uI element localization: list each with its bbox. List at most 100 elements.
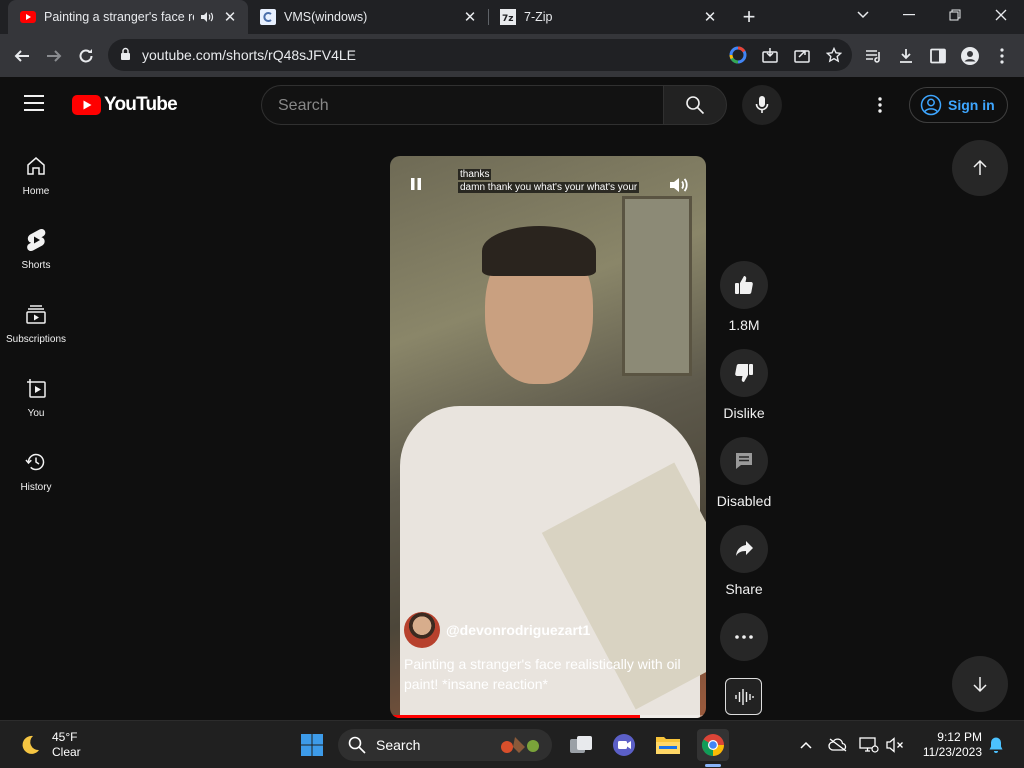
tab-close-icon[interactable]: ✕ [700, 7, 720, 27]
more-options-button[interactable] [720, 613, 768, 661]
tab-close-icon[interactable]: ✕ [460, 7, 480, 27]
volume-icon[interactable] [668, 174, 690, 201]
tab-vms[interactable]: VMS(windows) ✕ [248, 0, 488, 34]
volume-muted-icon[interactable] [885, 735, 905, 755]
chrome-menu-icon[interactable] [988, 42, 1016, 70]
minimize-icon[interactable] [886, 0, 932, 30]
video-progress-bar[interactable] [390, 715, 706, 718]
guide-item-home[interactable]: Home [0, 154, 72, 228]
avatar[interactable] [404, 612, 440, 648]
new-tab-button[interactable]: + [736, 4, 762, 30]
tab-search-chevron-icon[interactable] [840, 0, 886, 30]
like-action: 1.8M [720, 261, 768, 333]
search-button[interactable] [663, 85, 727, 125]
install-app-icon[interactable] [760, 45, 780, 65]
previous-short-button[interactable] [952, 140, 1008, 196]
thumbs-up-icon [735, 276, 753, 294]
chrome-taskbar-icon[interactable] [697, 729, 729, 761]
guide-item-shorts[interactable]: Shorts [0, 228, 72, 302]
sign-in-button[interactable]: Sign in [909, 87, 1008, 123]
notification-bell-icon[interactable] [986, 735, 1006, 755]
next-short-button[interactable] [952, 656, 1008, 712]
share-button[interactable] [720, 525, 768, 573]
weather-widget[interactable]: 45°F Clear [18, 730, 81, 760]
caption-line: damn thank you what's your what's your [458, 182, 640, 193]
task-view-icon[interactable] [565, 729, 597, 761]
pause-icon[interactable] [408, 176, 424, 192]
downloads-icon[interactable] [892, 42, 920, 70]
shorts-video-player[interactable]: thanks damn thank you what's your what's… [390, 156, 706, 718]
share-arrow-icon [736, 541, 753, 556]
thumbs-down-icon [735, 364, 753, 382]
video-title[interactable]: Painting a stranger's face realistically… [404, 654, 694, 694]
youtube-wordmark: YouTube [104, 94, 178, 115]
video-captions: thanks damn thank you what's your what's… [458, 168, 640, 194]
voice-search-button[interactable] [742, 85, 782, 125]
guide-label: Subscriptions [5, 334, 67, 345]
bookmark-star-icon[interactable] [824, 45, 844, 65]
search-highlight-icon [501, 737, 539, 753]
like-count: 1.8M [728, 317, 760, 333]
tab-7zip[interactable]: 7z 7-Zip ✕ [488, 0, 728, 34]
home-icon [25, 154, 47, 178]
microphone-icon [755, 96, 769, 113]
comment-icon [736, 453, 752, 469]
windows-taskbar: 45°F Clear Search 9:12 PM 11/23/2023 [0, 720, 1024, 768]
progress-fill [390, 715, 640, 718]
guide-item-subscriptions[interactable]: Subscriptions [0, 302, 72, 376]
media-control-icon[interactable] [860, 42, 888, 70]
guide-menu-icon[interactable] [24, 95, 48, 115]
guide-item-you[interactable]: You [0, 376, 72, 450]
teams-chat-icon[interactable] [608, 729, 640, 761]
caption-line: thanks [458, 169, 492, 180]
side-panel-icon[interactable] [924, 42, 952, 70]
channel-info[interactable]: @devonrodriguezart1 [404, 612, 590, 648]
shorts-icon [26, 228, 46, 252]
windows-start-icon[interactable] [296, 729, 328, 761]
tab-title: 7-Zip [524, 10, 553, 24]
audio-waveform-icon [734, 688, 754, 705]
tab-audio-icon[interactable] [200, 10, 214, 24]
search-input[interactable]: Search [261, 85, 663, 125]
back-arrow-icon[interactable] [8, 42, 36, 70]
forward-arrow-icon[interactable] [40, 42, 68, 70]
url-text[interactable]: youtube.com/shorts/rQ48sJFV4LE [142, 47, 356, 63]
profile-icon[interactable] [956, 42, 984, 70]
settings-menu-icon[interactable] [868, 93, 892, 117]
subscriptions-icon [25, 302, 47, 326]
network-icon[interactable] [859, 735, 879, 755]
guide-label: You [27, 408, 45, 419]
tab-close-icon[interactable]: ✕ [220, 7, 240, 27]
channel-handle[interactable]: @devonrodriguezart1 [446, 622, 590, 638]
search-icon [686, 96, 705, 115]
close-window-icon[interactable] [978, 0, 1024, 30]
address-bar[interactable]: youtube.com/shorts/rQ48sJFV4LE [108, 39, 852, 71]
sound-thumbnail[interactable] [725, 678, 762, 715]
like-button[interactable] [720, 261, 768, 309]
comments-button[interactable] [720, 437, 768, 485]
guide-item-history[interactable]: History [0, 450, 72, 524]
onedrive-offline-icon[interactable] [828, 735, 848, 755]
show-hidden-icons-chevron-icon[interactable] [796, 735, 816, 755]
system-clock[interactable]: 9:12 PM 11/23/2023 [912, 730, 982, 760]
comments-action: Disabled [717, 437, 771, 509]
clock-date: 11/23/2023 [922, 745, 982, 759]
youtube-favicon-icon [20, 9, 36, 25]
share-page-icon[interactable] [792, 45, 812, 65]
7zip-favicon-icon: 7z [500, 9, 516, 25]
lock-icon[interactable] [120, 47, 131, 66]
dislike-button[interactable] [720, 349, 768, 397]
dislike-label: Dislike [723, 405, 765, 421]
dislike-action: Dislike [720, 349, 768, 421]
active-app-indicator [705, 764, 721, 767]
taskbar-search[interactable]: Search [338, 729, 552, 761]
restore-icon[interactable] [932, 0, 978, 30]
tab-title: VMS(windows) [284, 10, 368, 24]
reload-icon[interactable] [72, 42, 100, 70]
google-lens-icon[interactable] [728, 45, 748, 65]
you-icon [25, 376, 47, 400]
tab-youtube[interactable]: Painting a stranger's face rea ✕ [8, 0, 248, 34]
youtube-logo[interactable]: YouTube [72, 94, 178, 116]
file-explorer-icon[interactable] [652, 729, 684, 761]
clock-time: 9:12 PM [937, 730, 982, 744]
